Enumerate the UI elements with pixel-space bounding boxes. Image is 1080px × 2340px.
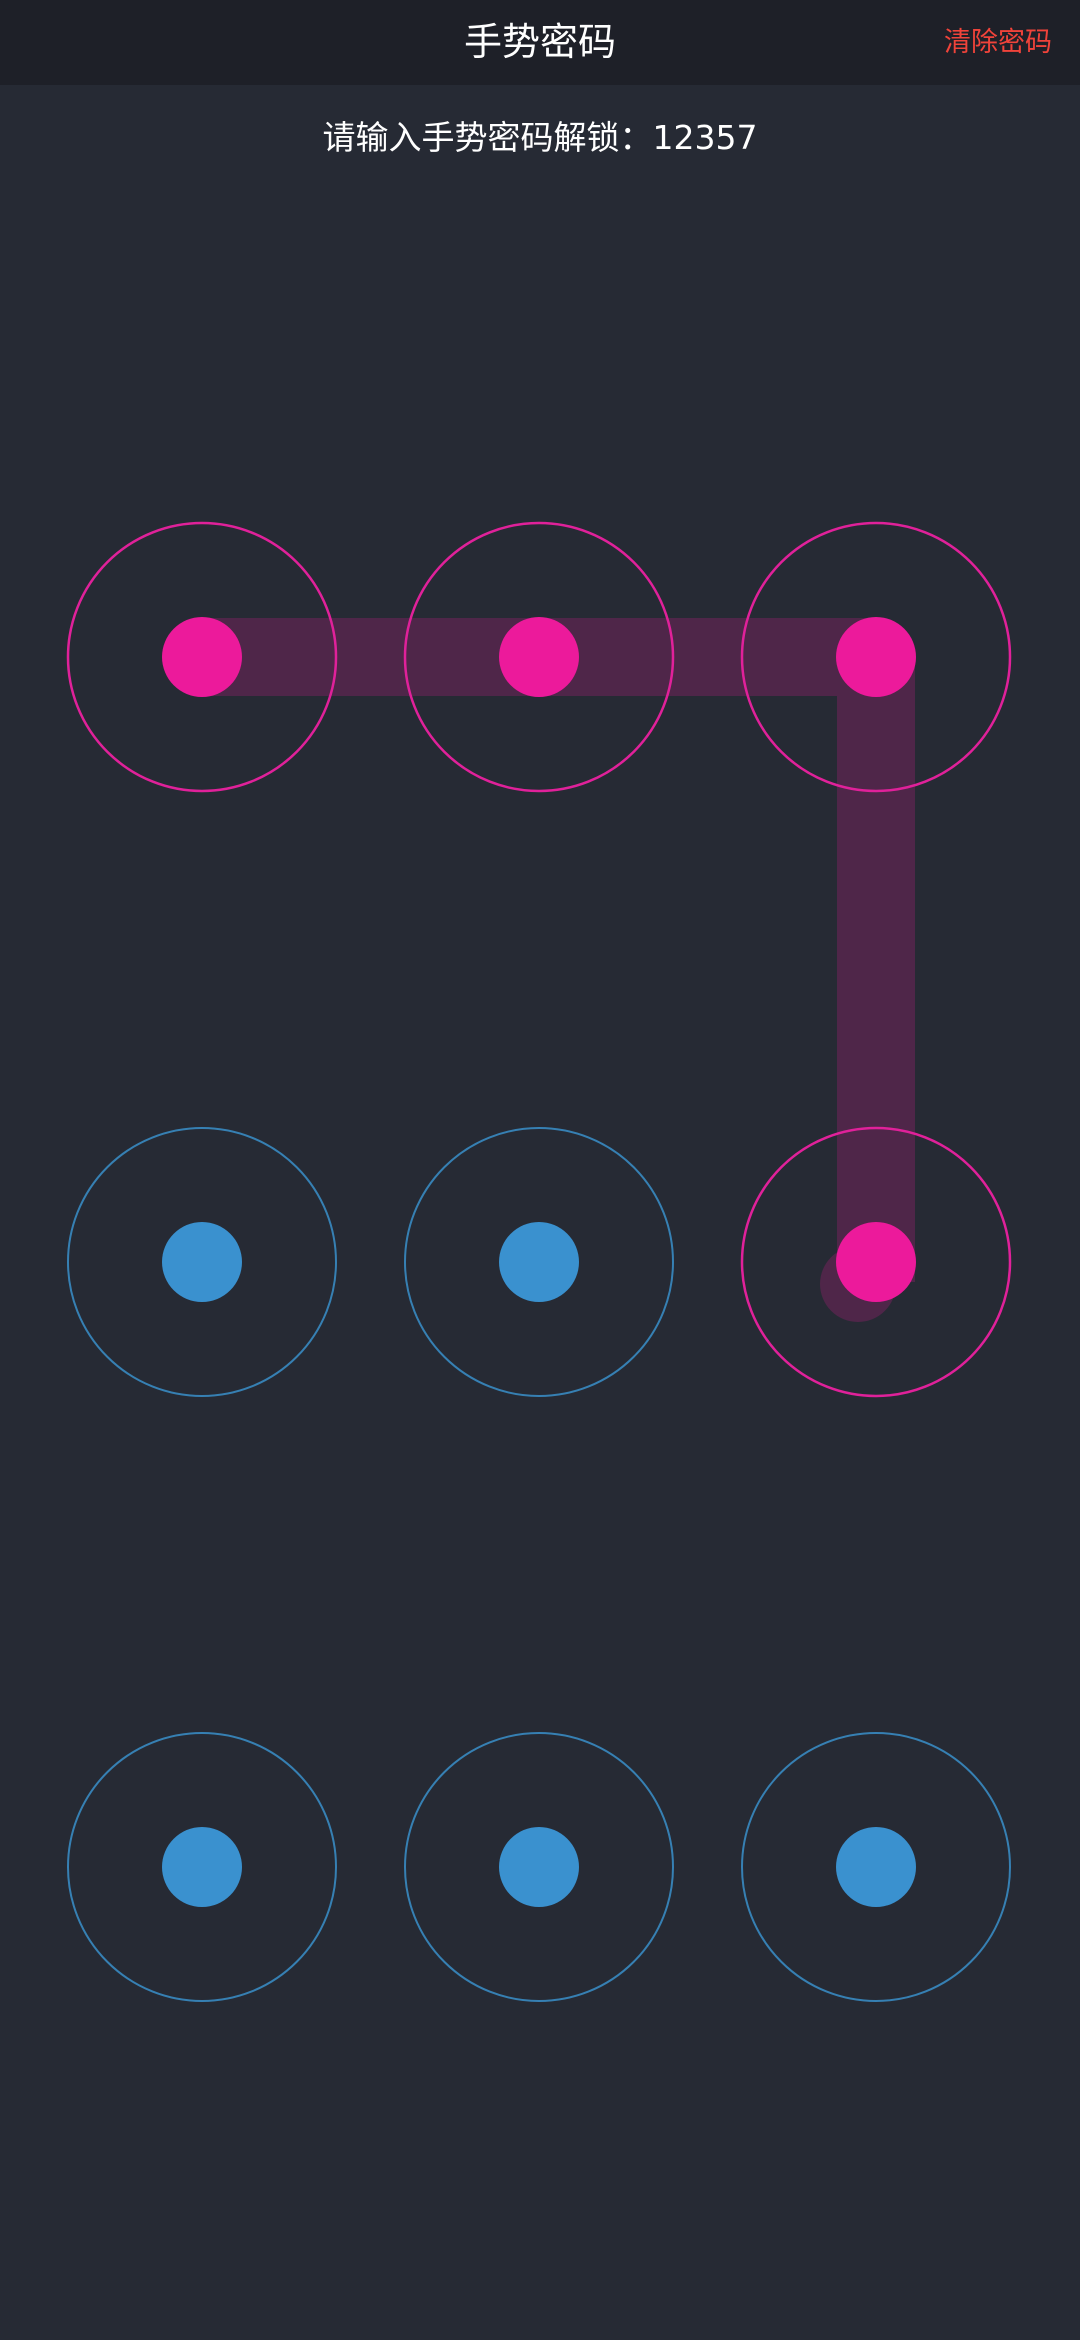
gesture-node-4[interactable]: [67, 1127, 337, 1397]
gesture-node-5[interactable]: [404, 1127, 674, 1397]
gesture-node-dot: [162, 1827, 242, 1907]
gesture-node-dot: [836, 1827, 916, 1907]
gesture-node-dot: [162, 617, 242, 697]
gesture-node-dot: [162, 1222, 242, 1302]
gesture-node-dot: [836, 617, 916, 697]
gesture-node-9[interactable]: [741, 1732, 1011, 2002]
gesture-node-dot: [836, 1222, 916, 1302]
gesture-node-dot: [499, 617, 579, 697]
gesture-lock-pad[interactable]: [0, 0, 1080, 2340]
gesture-path: [202, 618, 915, 1322]
gesture-password-screen: 手势密码 清除密码 请输入手势密码解锁：12357: [0, 0, 1080, 2340]
gesture-node-8[interactable]: [404, 1732, 674, 2002]
gesture-node-dot: [499, 1827, 579, 1907]
gesture-node-7[interactable]: [67, 1732, 337, 2002]
gesture-node-dot: [499, 1222, 579, 1302]
